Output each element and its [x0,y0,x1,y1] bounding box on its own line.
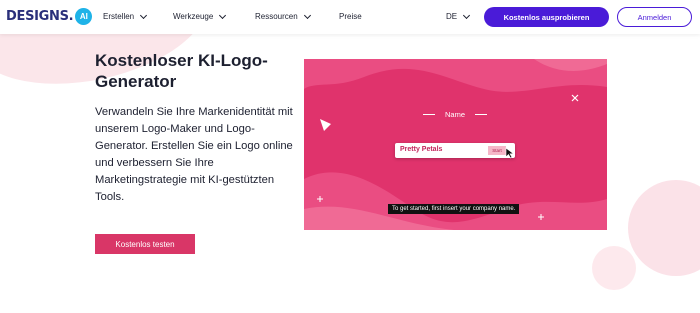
nav-item-werkzeuge[interactable]: Werkzeuge [173,11,227,21]
field-label-text: Name [444,110,465,119]
login-button[interactable]: Anmelden [617,7,692,27]
designs-ai-logo[interactable]: DESIGNS. AI [6,8,93,25]
test-free-button[interactable]: Kostenlos testen [95,234,195,254]
chevron-down-icon [219,11,227,19]
chevron-down-icon [463,11,471,19]
background-circle-small [592,246,636,290]
divider [422,114,435,115]
divider [475,114,487,115]
try-free-button[interactable]: Kostenlos ausprobieren [484,7,609,27]
company-name-value: Pretty Petals [400,146,443,153]
company-name-field: Pretty Petals Start [395,143,515,158]
top-navbar: DESIGNS. AI Erstellen Werkzeuge Ressourc… [0,0,700,34]
mouse-cursor-icon [505,147,515,159]
nav-item-label: Werkzeuge [173,12,214,21]
paper-plane-icon [320,119,331,131]
nav-item-erstellen[interactable]: Erstellen [103,11,148,21]
background-circle [628,180,700,276]
start-button: Start [488,146,506,155]
nav-item-label: Erstellen [103,12,135,21]
sparkle-icon [571,94,579,102]
chevron-down-icon [303,11,311,19]
language-label: DE [446,12,458,21]
language-selector[interactable]: DE [446,11,471,21]
nav-item-label: Ressourcen [255,12,298,21]
nav-item-ressourcen[interactable]: Ressourcen [255,11,311,21]
hero-description: Verwandeln Sie Ihre Markenidentität mit … [95,106,293,203]
chevron-down-icon [140,11,148,19]
logo-text: DESIGNS. [6,9,74,24]
video-caption: To get started, first insert your compan… [388,204,520,214]
nav-item-preise[interactable]: Preise [339,12,362,21]
logo-ai-badge: AI [75,8,93,25]
field-label: Name [395,110,515,119]
nav-item-label: Preise [339,12,362,21]
page-title: Kostenloser KI-Logo-Generator [95,51,268,91]
